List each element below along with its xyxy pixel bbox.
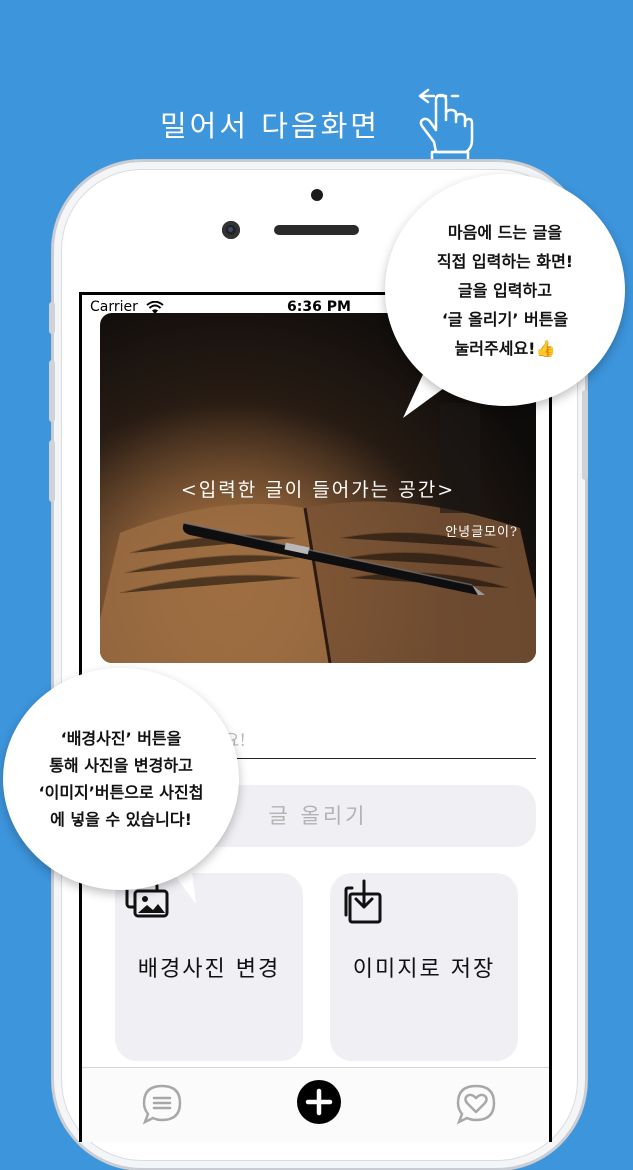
chat-list-icon[interactable] — [140, 1082, 184, 1126]
callout-top-line-5: 눌러주세요!👍 — [454, 338, 556, 358]
callout-top-line-3: 글을 입력하고 — [458, 280, 552, 300]
add-circle-icon[interactable] — [296, 1079, 342, 1125]
preview-sub-text: 안녕글모이? — [445, 525, 518, 540]
callout-left: ‘배경사진’ 버튼을 통해 사진을 변경하고 ‘이미지’버튼으로 사진첩 에 넣… — [3, 668, 239, 890]
headline-swipe-next: 밀어서 다음화면 — [160, 109, 380, 143]
callout-left-line-1: ‘배경사진’ 버튼을 — [60, 729, 182, 748]
phone-volume-up — [49, 360, 55, 422]
callout-top: 마음에 드는 글을 직접 입력하는 화면! 글을 입력하고 ‘글 올리기’ 버튼… — [385, 174, 625, 406]
callout-top-line-1: 마음에 드는 글을 — [447, 222, 563, 242]
callout-left-line-4: 에 넣을 수 있습니다! — [50, 810, 192, 829]
phone-side-button — [49, 302, 55, 334]
callout-left-line-2: 통해 사진을 변경하고 — [49, 756, 193, 775]
proximity-sensor — [311, 189, 323, 201]
save-image-label: 이미지로 저장 — [352, 957, 496, 982]
callout-top-line-2: 직접 입력하는 화면! — [436, 251, 574, 271]
phone-volume-down — [49, 440, 55, 502]
swipe-hand-icon — [418, 88, 474, 164]
tab-bar — [82, 1067, 549, 1142]
save-image-button[interactable]: 이미지로 저장 — [330, 873, 518, 1061]
preview-main-text: <입력한 글이 들어가는 공간> — [180, 479, 456, 501]
change-background-label: 배경사진 변경 — [137, 957, 281, 982]
phone-power-button — [582, 390, 588, 480]
heart-chat-icon[interactable] — [454, 1082, 498, 1126]
callout-left-line-3: ‘이미지’버튼으로 사진첩 — [38, 783, 204, 802]
earpiece-speaker — [274, 225, 359, 235]
callout-top-line-4: ‘글 올리기’ 버튼을 — [441, 309, 569, 329]
front-camera — [222, 221, 240, 239]
save-download-icon — [344, 879, 382, 924]
